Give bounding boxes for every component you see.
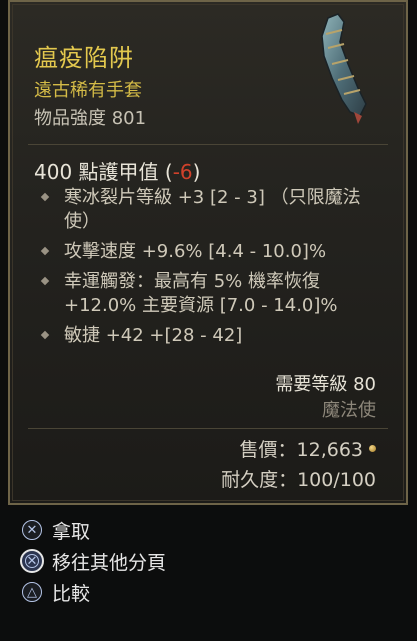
affix-text: 攻擊速度 +9.6% [4.4 - 10.0]% (64, 241, 327, 262)
diamond-bullet-icon (40, 330, 50, 340)
diamond-bullet-icon (40, 246, 50, 256)
item-name: 瘟疫陷阱 (34, 44, 134, 72)
required-level: 需要等級 80 (275, 374, 376, 395)
affix-text: 幸運觸發：最高有 5% 機率恢復 +12.0% 主要資源 [7.0 - 14.0… (64, 271, 338, 316)
cross-button-icon: ✕ (22, 520, 42, 540)
gold-coin-icon (369, 445, 376, 452)
move-tab-label: 移往其他分頁 (52, 551, 167, 574)
divider (28, 144, 388, 145)
diamond-bullet-icon (40, 192, 50, 202)
affix-text: 寒冰裂片等級 +3 [2 - 3] （只限魔法使） (64, 187, 361, 232)
affix-item: 敏捷 +42 +[28 - 42] (34, 324, 384, 348)
affix-item: 攻擊速度 +9.6% [4.4 - 10.0]% (34, 240, 384, 264)
diamond-bullet-icon (40, 276, 50, 286)
item-tooltip: 瘟疫陷阱 遠古稀有手套 物品強度 801 400 點護甲值 (-6) 寒冰裂片等… (8, 0, 408, 505)
action-prompts: ✕ 拿取 ✕ 移往其他分頁 △ 比較 (20, 515, 167, 608)
item-power: 物品強度 801 (34, 108, 147, 129)
divider (28, 428, 388, 429)
affix-text: 敏捷 +42 +[28 - 42] (64, 325, 243, 346)
take-label: 拿取 (52, 520, 91, 543)
compare-action[interactable]: △ 比較 (22, 577, 166, 607)
affix-item: 幸運觸發：最高有 5% 機率恢復 +12.0% 主要資源 [7.0 - 14.0… (34, 270, 384, 318)
armor-value: 400 點護甲值 (-6) (34, 156, 200, 185)
triangle-button-icon: △ (22, 582, 42, 602)
armor-text: 400 點護甲值 ( (34, 160, 173, 184)
armor-close: ) (192, 160, 201, 184)
armor-delta: -6 (172, 160, 193, 184)
compare-label: 比較 (52, 582, 91, 605)
sell-price-text: 售價：12,663 (239, 439, 363, 461)
item-rarity-type: 遠古稀有手套 (34, 80, 142, 101)
sell-price: 售價：12,663 (240, 435, 376, 462)
required-class: 魔法使 (322, 400, 376, 421)
cross-button-icon: ✕ (20, 549, 44, 573)
move-tab-action[interactable]: ✕ 移往其他分頁 (20, 546, 167, 576)
affix-item: 寒冰裂片等級 +3 [2 - 3] （只限魔法使） (34, 186, 384, 234)
item-header: 瘟疫陷阱 遠古稀有手套 物品強度 801 (10, 2, 406, 144)
durability: 耐久度：100/100 (221, 469, 376, 491)
gloves-icon (321, 13, 367, 124)
requirements: 需要等級 80 魔法使 (275, 372, 376, 424)
take-action[interactable]: ✕ 拿取 (22, 515, 166, 545)
affix-list: 寒冰裂片等級 +3 [2 - 3] （只限魔法使） 攻擊速度 +9.6% [4.… (34, 186, 384, 354)
